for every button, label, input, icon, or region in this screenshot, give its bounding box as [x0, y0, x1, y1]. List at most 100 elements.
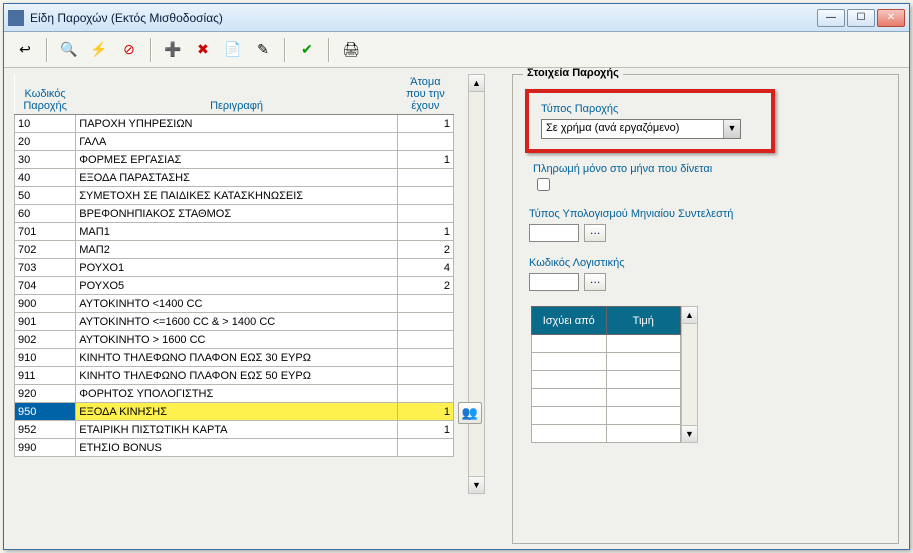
- cell-count[interactable]: [397, 205, 453, 223]
- cell-code[interactable]: 50: [15, 187, 76, 205]
- cell-code[interactable]: 910: [15, 349, 76, 367]
- cell-count[interactable]: 2: [397, 277, 453, 295]
- cell-code[interactable]: 950: [15, 403, 76, 421]
- cell-count[interactable]: [397, 169, 453, 187]
- cell-desc[interactable]: ΡΟΥΧΟ1: [76, 259, 398, 277]
- cell-desc[interactable]: ΚΙΝΗΤΟ ΤΗΛΕΦΩΝΟ ΠΛΑΦΟΝ ΕΩΣ 50 ΕΥΡΩ: [76, 367, 398, 385]
- rate-row[interactable]: [532, 389, 681, 407]
- cell-desc[interactable]: ΦΟΡΜΕΣ ΕΡΓΑΣΙΑΣ: [76, 151, 398, 169]
- rate-row[interactable]: [532, 407, 681, 425]
- print-button[interactable]: 🖨: [338, 37, 364, 63]
- rate-row[interactable]: [532, 371, 681, 389]
- cell-count[interactable]: [397, 295, 453, 313]
- table-row[interactable]: 20ΓΑΛΑ: [15, 133, 454, 151]
- accounting-code-lookup-button[interactable]: …: [584, 273, 606, 291]
- table-row[interactable]: 902ΑΥΤΟΚΙΝΗΤΟ > 1600 CC: [15, 331, 454, 349]
- cell-desc[interactable]: ΑΥΤΟΚΙΝΗΤΟ > 1600 CC: [76, 331, 398, 349]
- monthly-coef-input[interactable]: [529, 224, 579, 242]
- scroll-down-icon[interactable]: ▼: [469, 476, 484, 493]
- cell-code[interactable]: 702: [15, 241, 76, 259]
- cell-desc[interactable]: ΡΟΥΧΟ5: [76, 277, 398, 295]
- accounting-code-input[interactable]: [529, 273, 579, 291]
- rate-col-from[interactable]: Ισχύει από: [532, 307, 607, 335]
- rate-table[interactable]: Ισχύει από Τιμή: [531, 306, 681, 443]
- cell-count[interactable]: [397, 439, 453, 457]
- table-row[interactable]: 40ΕΞΟΔΑ ΠΑΡΑΣΤΑΣΗΣ: [15, 169, 454, 187]
- table-row[interactable]: 950ΕΞΟΔΑ ΚΙΝΗΣΗΣ1: [15, 403, 454, 421]
- cell-count[interactable]: 4: [397, 259, 453, 277]
- cell-count[interactable]: [397, 331, 453, 349]
- monthly-coef-lookup-button[interactable]: …: [584, 224, 606, 242]
- benefits-grid[interactable]: Κωδικός Παροχής Περιγραφή Άτομα που την …: [14, 74, 454, 457]
- col-desc[interactable]: Περιγραφή: [76, 74, 398, 115]
- cell-count[interactable]: [397, 313, 453, 331]
- exit-button[interactable]: ↩: [12, 37, 38, 63]
- minimize-button[interactable]: —: [817, 9, 845, 27]
- table-row[interactable]: 701ΜΑΠ11: [15, 223, 454, 241]
- rate-row[interactable]: [532, 335, 681, 353]
- cell-desc[interactable]: ΚΙΝΗΤΟ ΤΗΛΕΦΩΝΟ ΠΛΑΦΟΝ ΕΩΣ 30 ΕΥΡΩ: [76, 349, 398, 367]
- cell-count[interactable]: [397, 187, 453, 205]
- cell-desc[interactable]: ΕΤΑΙΡΙΚΗ ΠΙΣΤΩΤΙΚΗ ΚΑΡΤΑ: [76, 421, 398, 439]
- cell-desc[interactable]: ΜΑΠ1: [76, 223, 398, 241]
- delete-button[interactable]: ✖: [190, 37, 216, 63]
- cell-desc[interactable]: ΓΑΛΑ: [76, 133, 398, 151]
- cell-code[interactable]: 920: [15, 385, 76, 403]
- people-button[interactable]: 👥: [458, 402, 482, 424]
- grid-scrollbar[interactable]: ▲ ▼: [468, 74, 485, 494]
- cell-code[interactable]: 952: [15, 421, 76, 439]
- pay-only-checkbox[interactable]: [537, 178, 550, 191]
- cell-desc[interactable]: ΕΞΟΔΑ ΠΑΡΑΣΤΑΣΗΣ: [76, 169, 398, 187]
- table-row[interactable]: 10ΠΑΡΟΧΗ ΥΠΗΡΕΣΙΩΝ1: [15, 115, 454, 133]
- cell-count[interactable]: 1: [397, 403, 453, 421]
- table-row[interactable]: 702ΜΑΠ22: [15, 241, 454, 259]
- cell-desc[interactable]: ΑΥΤΟΚΙΝΗΤΟ <=1600 CC & > 1400 CC: [76, 313, 398, 331]
- table-row[interactable]: 703ΡΟΥΧΟ14: [15, 259, 454, 277]
- cell-code[interactable]: 10: [15, 115, 76, 133]
- cell-count[interactable]: 1: [397, 421, 453, 439]
- edit-button[interactable]: ✎: [250, 37, 276, 63]
- cancel-button[interactable]: ⊘: [116, 37, 142, 63]
- search-button[interactable]: 🔍: [56, 37, 82, 63]
- cell-desc[interactable]: ΜΑΠ2: [76, 241, 398, 259]
- table-row[interactable]: 952ΕΤΑΙΡΙΚΗ ΠΙΣΤΩΤΙΚΗ ΚΑΡΤΑ1: [15, 421, 454, 439]
- cell-code[interactable]: 40: [15, 169, 76, 187]
- cell-code[interactable]: 703: [15, 259, 76, 277]
- cell-code[interactable]: 704: [15, 277, 76, 295]
- scroll-up-icon[interactable]: ▲: [682, 307, 697, 324]
- table-row[interactable]: 30ΦΟΡΜΕΣ ΕΡΓΑΣΙΑΣ1: [15, 151, 454, 169]
- cell-code[interactable]: 20: [15, 133, 76, 151]
- table-row[interactable]: 901ΑΥΤΟΚΙΝΗΤΟ <=1600 CC & > 1400 CC: [15, 313, 454, 331]
- cell-desc[interactable]: ΕΞΟΔΑ ΚΙΝΗΣΗΣ: [76, 403, 398, 421]
- table-row[interactable]: 990ΕΤΗΣΙΟ BONUS: [15, 439, 454, 457]
- table-row[interactable]: 50ΣΥΜΕΤΟΧΗ ΣΕ ΠΑΙΔΙΚΕΣ ΚΑΤΑΣΚΗΝΩΣΕΙΣ: [15, 187, 454, 205]
- table-row[interactable]: 911ΚΙΝΗΤΟ ΤΗΛΕΦΩΝΟ ΠΛΑΦΟΝ ΕΩΣ 50 ΕΥΡΩ: [15, 367, 454, 385]
- cell-code[interactable]: 30: [15, 151, 76, 169]
- close-button[interactable]: ✕: [877, 9, 905, 27]
- col-count[interactable]: Άτομα που την έχουν: [397, 74, 453, 115]
- cell-code[interactable]: 901: [15, 313, 76, 331]
- cell-desc[interactable]: ΕΤΗΣΙΟ BONUS: [76, 439, 398, 457]
- cell-desc[interactable]: ΦΟΡΗΤΟΣ ΥΠΟΛΟΓΙΣΤΗΣ: [76, 385, 398, 403]
- cell-desc[interactable]: ΑΥΤΟΚΙΝΗΤΟ <1400 CC: [76, 295, 398, 313]
- rate-scrollbar[interactable]: ▲ ▼: [681, 306, 698, 443]
- cell-code[interactable]: 911: [15, 367, 76, 385]
- cell-desc[interactable]: ΠΑΡΟΧΗ ΥΠΗΡΕΣΙΩΝ: [76, 115, 398, 133]
- cell-desc[interactable]: ΒΡΕΦΟΝΗΠΙΑΚΟΣ ΣΤΑΘΜΟΣ: [76, 205, 398, 223]
- cell-count[interactable]: [397, 385, 453, 403]
- rate-row[interactable]: [532, 425, 681, 443]
- copy-button[interactable]: 📄: [220, 37, 246, 63]
- scroll-down-icon[interactable]: ▼: [682, 425, 697, 442]
- cell-count[interactable]: [397, 367, 453, 385]
- confirm-button[interactable]: ✔: [294, 37, 320, 63]
- cell-count[interactable]: 1: [397, 223, 453, 241]
- cell-count[interactable]: 1: [397, 151, 453, 169]
- cell-code[interactable]: 990: [15, 439, 76, 457]
- cell-count[interactable]: [397, 349, 453, 367]
- table-row[interactable]: 920ΦΟΡΗΤΟΣ ΥΠΟΛΟΓΙΣΤΗΣ: [15, 385, 454, 403]
- cell-count[interactable]: 1: [397, 115, 453, 133]
- cell-code[interactable]: 701: [15, 223, 76, 241]
- cell-count[interactable]: 2: [397, 241, 453, 259]
- rate-col-value[interactable]: Τιμή: [606, 307, 681, 335]
- scroll-track[interactable]: [682, 324, 697, 425]
